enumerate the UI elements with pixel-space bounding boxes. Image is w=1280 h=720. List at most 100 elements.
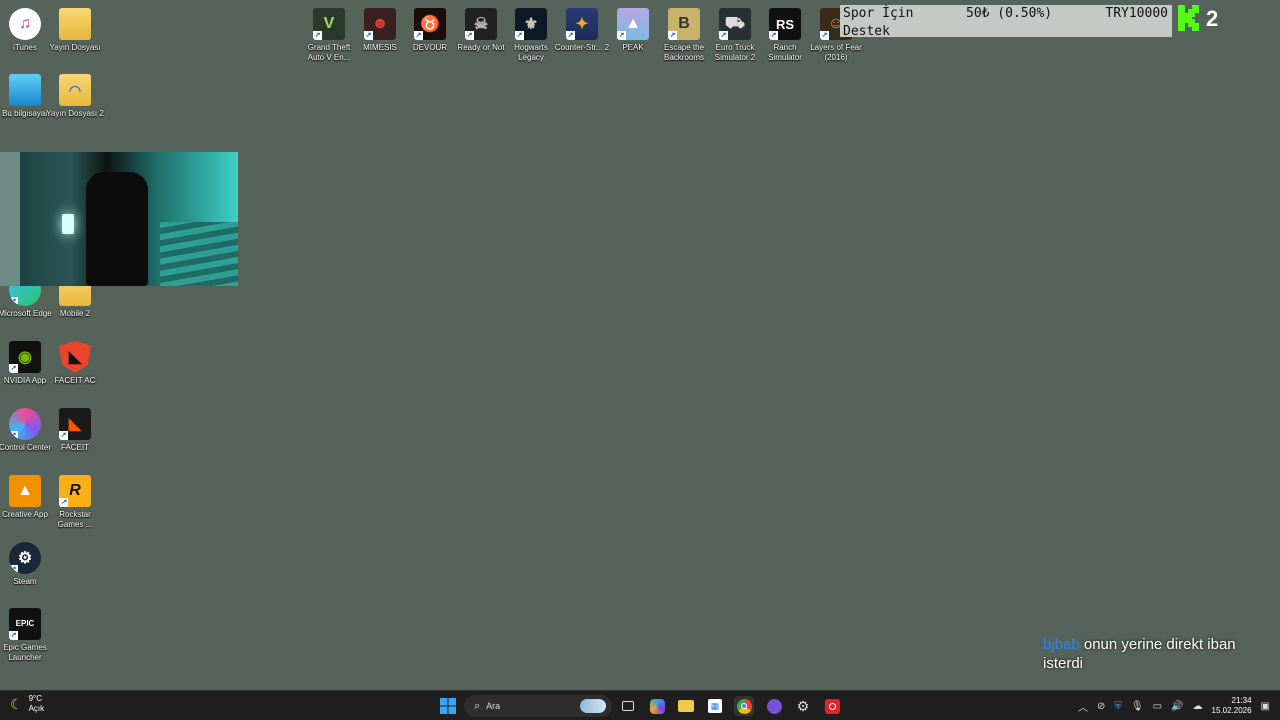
notification-icon[interactable]: ▣ xyxy=(1261,701,1270,712)
desktop-icon-devour[interactable]: ♉ ↗ DEVOUR xyxy=(405,8,455,53)
taskbar: ☾ 9°C Açık ⌕ Ara ▦ ⚙ ︿ ⊘ ⛨ 🎙 ▭ 🔊 ☁ 21:34… xyxy=(0,690,1280,720)
desktop-icon-faceit[interactable]: ◣ ↗ FACEIT xyxy=(50,408,100,453)
peak-icon: ▲ ↗ xyxy=(617,8,649,40)
chrome-icon xyxy=(736,698,752,714)
shortcut-arrow-icon: ↗ xyxy=(465,31,474,40)
task-view-button[interactable] xyxy=(618,696,638,716)
shortcut-arrow-icon: ↗ xyxy=(414,31,423,40)
shortcut-arrow-icon: ↗ xyxy=(668,31,677,40)
desktop-icon-creative-app[interactable]: ▲ Creative App xyxy=(0,475,50,520)
taskbar-steam[interactable]: ⚙ xyxy=(793,696,813,716)
kick-viewer-count: 2 xyxy=(1206,6,1219,31)
desktop-icon-euro-truck-2[interactable]: ⛟ ↗ Euro Truck Simulator 2 xyxy=(710,8,760,63)
shortcut-arrow-icon: ↗ xyxy=(59,431,68,440)
taskbar-chrome[interactable] xyxy=(734,696,754,716)
chevron-up-icon[interactable]: ︿ xyxy=(1078,699,1088,714)
taskbar-file-explorer[interactable] xyxy=(676,696,696,716)
desktop-icon-ranch-simulator[interactable]: RS ↗ Ranch Simulator xyxy=(760,8,810,63)
folder-icon: ◠ xyxy=(59,74,91,106)
clock-time: 21:34 xyxy=(1231,696,1252,705)
webcam-gaming-chair xyxy=(86,172,148,286)
search-icon: ⌕ xyxy=(474,699,481,712)
desktop-icon-itunes[interactable]: ♫ iTunes xyxy=(0,8,50,53)
desktop-icon-faceit-ac[interactable]: ◣ FACEIT AC xyxy=(50,341,100,386)
chat-bubble-icon xyxy=(766,698,782,714)
shortcut-arrow-icon: ↗ xyxy=(769,31,778,40)
shortcut-arrow-icon: ↗ xyxy=(59,498,68,507)
desktop-icon-counter-strike-2[interactable]: ✦ ↗ Counter-Str... 2 xyxy=(555,8,609,53)
defender-icon[interactable]: ⛨ xyxy=(1114,701,1122,712)
desktop-icon-mimesis[interactable]: ☻ ↗ MIMESIS xyxy=(355,8,405,53)
weather-temp: 9°C xyxy=(28,694,42,703)
clock-date: 15.02.2026 xyxy=(1211,706,1252,715)
itunes-icon: ♫ xyxy=(9,8,41,40)
shortcut-arrow-icon: ↗ xyxy=(9,565,18,574)
desktop-icon-steam[interactable]: ⚙ ↗ Steam xyxy=(0,542,50,587)
webcam-wall xyxy=(0,152,20,286)
escape-backrooms-icon: B ↗ xyxy=(668,8,700,40)
shortcut-arrow-icon: ↗ xyxy=(9,297,18,306)
webcam-lamp xyxy=(62,214,74,234)
kick-logo-icon xyxy=(1178,5,1199,31)
donation-goal-bar: Spor İçin Destek 50₺ (0.50%) TRY10000 xyxy=(840,5,1172,39)
network-off-icon[interactable]: ⊘ xyxy=(1097,701,1105,712)
shortcut-arrow-icon: ↗ xyxy=(617,31,626,40)
taskbar-search[interactable]: ⌕ Ara xyxy=(464,695,612,717)
shortcut-arrow-icon: ↗ xyxy=(364,31,373,40)
faceit-ac-icon: ◣ xyxy=(59,341,91,373)
taskbar-obs[interactable] xyxy=(822,696,842,716)
desktop-icon-rockstar[interactable]: R ↗ Rockstar Games ... xyxy=(50,475,100,530)
nvidia-icon: ◉ ↗ xyxy=(9,341,41,373)
display-icon[interactable]: ▭ xyxy=(1153,701,1162,712)
desktop-icon-hogwarts-legacy[interactable]: ⚜ ↗ Hogwarts Legacy xyxy=(506,8,556,63)
donation-goal: TRY10000 xyxy=(1105,6,1168,21)
shortcut-arrow-icon: ↗ xyxy=(9,431,18,440)
search-placeholder: Ara xyxy=(486,701,501,711)
moon-icon: ☾ xyxy=(10,695,23,712)
desktop-icon-gta-v[interactable]: V ↗ Grand Theft Auto V En... xyxy=(304,8,354,63)
desktop-icon-yayin-dosyasi-2[interactable]: ◠ Yayın Dosyası 2 xyxy=(46,74,104,119)
taskbar-twitch-chat[interactable] xyxy=(764,696,784,716)
taskbar-copilot[interactable] xyxy=(647,696,667,716)
store-icon: ▦ xyxy=(708,699,722,713)
shortcut-arrow-icon: ↗ xyxy=(9,364,18,373)
cloud-icon[interactable]: ☁ xyxy=(1193,701,1203,712)
weather-widget[interactable]: ☾ 9°C Açık xyxy=(10,694,44,714)
desktop-icon-escape-backrooms[interactable]: B ↗ Escape the Backrooms xyxy=(659,8,709,63)
taskbar-store[interactable]: ▦ xyxy=(705,696,725,716)
search-highlight-icon xyxy=(580,699,606,713)
hogwarts-legacy-icon: ⚜ ↗ xyxy=(515,8,547,40)
shortcut-arrow-icon: ↗ xyxy=(820,31,829,40)
desktop-icon-peak[interactable]: ▲ ↗ PEAK xyxy=(608,8,658,53)
desktop-icon-yayin-dosyasi[interactable]: Yayın Dosyası xyxy=(50,8,100,53)
rockstar-icon: R ↗ xyxy=(59,475,91,507)
creative-app-icon: ▲ xyxy=(9,475,41,507)
donation-title-line1: Spor İçin xyxy=(843,6,914,21)
donation-title-line2: Destek xyxy=(843,24,890,39)
desktop-icon-control-center[interactable]: ↗ Control Center xyxy=(0,408,51,453)
desktop-icon-nvidia-app[interactable]: ◉ ↗ NVIDIA App xyxy=(0,341,50,386)
counter-strike-icon: ✦ ↗ xyxy=(566,8,598,40)
ranch-simulator-icon: RS ↗ xyxy=(769,8,801,40)
ready-or-not-icon: ☠ ↗ xyxy=(465,8,497,40)
chat-message: bjbab onun yerine direkt iban isterdi xyxy=(1043,635,1258,673)
chat-username: bjbab xyxy=(1043,636,1080,653)
shortcut-arrow-icon: ↗ xyxy=(515,31,524,40)
webcam-bed xyxy=(160,222,238,286)
computer-icon xyxy=(9,74,41,106)
control-center-icon: ↗ xyxy=(9,408,41,440)
copilot-icon xyxy=(649,698,665,714)
folder-icon xyxy=(59,8,91,40)
desktop-icon-epic-games[interactable]: EPIC ↗ Epic Games Launcher xyxy=(0,608,50,663)
desktop-icon-ready-or-not[interactable]: ☠ ↗ Ready or Not xyxy=(456,8,506,53)
steam-icon: ⚙ xyxy=(796,697,810,714)
desktop-icon-this-pc[interactable]: Bu bilgisayar xyxy=(0,74,50,119)
clock[interactable]: 21:34 15.02.2026 xyxy=(1212,696,1252,716)
volume-icon[interactable]: 🔊 xyxy=(1171,701,1183,712)
euro-truck-icon: ⛟ ↗ xyxy=(719,8,751,40)
weather-state: Açık xyxy=(28,704,45,713)
system-tray: ︿ ⊘ ⛨ 🎙 ▭ 🔊 ☁ 21:34 15.02.2026 ▣ xyxy=(1078,696,1270,716)
windows-icon xyxy=(440,698,456,714)
start-button[interactable] xyxy=(438,696,458,716)
microphone-icon[interactable]: 🎙 xyxy=(1131,701,1144,712)
